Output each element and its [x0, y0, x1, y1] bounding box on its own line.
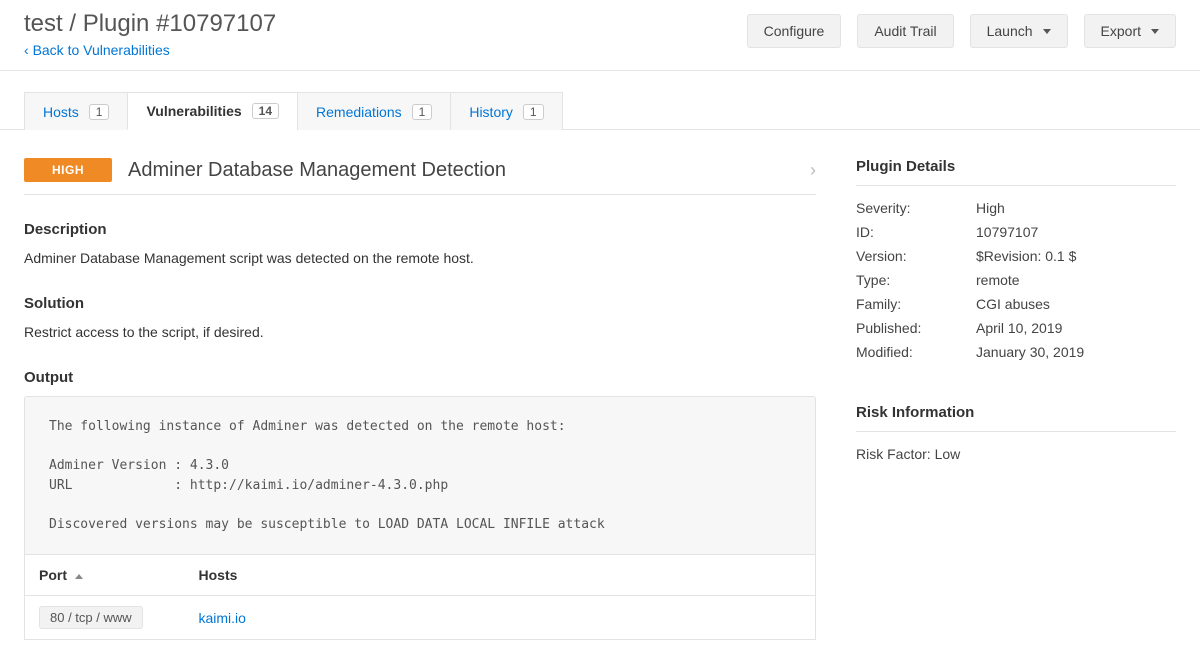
back-link[interactable]: ‹ Back to Vulnerabilities — [24, 42, 276, 58]
risk-factor: Risk Factor: Low — [856, 442, 1176, 466]
tab-label: Hosts — [43, 104, 79, 120]
tab-count: 1 — [412, 104, 433, 120]
detail-label: Family: — [856, 296, 976, 312]
detail-value: $Revision: 0.1 $ — [976, 248, 1176, 264]
risk-heading: Risk Information — [856, 404, 1176, 432]
caret-down-icon — [1043, 29, 1051, 34]
description-heading: Description — [24, 221, 816, 238]
description-section: Description Adminer Database Management … — [24, 221, 816, 269]
sidebar: Plugin Details Severity: High ID: 107971… — [856, 158, 1176, 640]
vulnerability-header: HIGH Adminer Database Management Detecti… — [24, 158, 816, 195]
solution-heading: Solution — [24, 295, 816, 312]
tab-label: Vulnerabilities — [146, 103, 241, 119]
audit-trail-button[interactable]: Audit Trail — [857, 14, 953, 48]
risk-section: Risk Information Risk Factor: Low — [856, 404, 1176, 466]
tab-hosts[interactable]: Hosts 1 — [24, 92, 128, 130]
detail-label: Published: — [856, 320, 976, 336]
tab-label: Remediations — [316, 104, 402, 120]
header-actions: Configure Audit Trail Launch Export — [747, 14, 1176, 48]
export-button-label: Export — [1101, 23, 1141, 39]
port-header-label: Port — [39, 567, 67, 583]
severity-badge: HIGH — [24, 158, 112, 182]
detail-value: CGI abuses — [976, 296, 1176, 312]
detail-id: ID: 10797107 — [856, 220, 1176, 244]
detail-label: Modified: — [856, 344, 976, 360]
detail-published: Published: April 10, 2019 — [856, 316, 1176, 340]
detail-label: Type: — [856, 272, 976, 288]
detail-value: 10797107 — [976, 224, 1176, 240]
caret-down-icon — [1151, 29, 1159, 34]
tabs: Hosts 1 Vulnerabilities 14 Remediations … — [0, 91, 1200, 130]
detail-modified: Modified: January 30, 2019 — [856, 340, 1176, 364]
launch-button[interactable]: Launch — [970, 14, 1068, 48]
host-link[interactable]: kaimi.io — [199, 610, 246, 626]
port-header[interactable]: Port — [25, 555, 185, 596]
detail-value: January 30, 2019 — [976, 344, 1176, 360]
tab-history[interactable]: History 1 — [450, 92, 562, 130]
tab-remediations[interactable]: Remediations 1 — [297, 92, 451, 130]
output-table: Port Hosts 80 / tcp / www kaimi.io — [24, 555, 816, 640]
tab-vulnerabilities[interactable]: Vulnerabilities 14 — [127, 92, 298, 130]
configure-button[interactable]: Configure — [747, 14, 842, 48]
detail-version: Version: $Revision: 0.1 $ — [856, 244, 1176, 268]
detail-severity: Severity: High — [856, 196, 1176, 220]
tab-count: 14 — [252, 103, 279, 119]
detail-type: Type: remote — [856, 268, 1176, 292]
detail-family: Family: CGI abuses — [856, 292, 1176, 316]
content: HIGH Adminer Database Management Detecti… — [0, 130, 1200, 660]
chevron-left-icon: ‹ — [24, 42, 29, 58]
host-cell: kaimi.io — [185, 596, 816, 640]
tab-count: 1 — [523, 104, 544, 120]
detail-label: Severity: — [856, 200, 976, 216]
detail-value: remote — [976, 272, 1176, 288]
risk-factor-text: Risk Factor: Low — [856, 446, 960, 462]
page-header: test / Plugin #10797107 ‹ Back to Vulner… — [0, 0, 1200, 71]
output-heading: Output — [24, 369, 816, 386]
port-badge: 80 / tcp / www — [39, 606, 143, 629]
hosts-header[interactable]: Hosts — [185, 555, 816, 596]
detail-label: Version: — [856, 248, 976, 264]
export-button[interactable]: Export — [1084, 14, 1176, 48]
plugin-details-heading: Plugin Details — [856, 158, 1176, 186]
solution-text: Restrict access to the script, if desire… — [24, 322, 816, 343]
detail-label: ID: — [856, 224, 976, 240]
tab-count: 1 — [89, 104, 110, 120]
port-cell: 80 / tcp / www — [25, 596, 185, 640]
description-text: Adminer Database Management script was d… — [24, 248, 816, 269]
main-column: HIGH Adminer Database Management Detecti… — [24, 158, 816, 640]
table-row: 80 / tcp / www kaimi.io — [25, 596, 816, 640]
solution-section: Solution Restrict access to the script, … — [24, 295, 816, 343]
back-link-label: Back to Vulnerabilities — [33, 42, 170, 58]
tab-label: History — [469, 104, 513, 120]
vulnerability-title: Adminer Database Management Detection — [128, 159, 794, 182]
output-section: Output The following instance of Adminer… — [24, 369, 816, 640]
detail-value: April 10, 2019 — [976, 320, 1176, 336]
page-title: test / Plugin #10797107 — [24, 10, 276, 38]
output-text: The following instance of Adminer was de… — [24, 396, 816, 555]
chevron-right-icon[interactable]: › — [810, 160, 816, 181]
header-left: test / Plugin #10797107 ‹ Back to Vulner… — [24, 10, 276, 58]
detail-value: High — [976, 200, 1176, 216]
launch-button-label: Launch — [987, 23, 1033, 39]
sort-asc-icon — [75, 574, 83, 579]
